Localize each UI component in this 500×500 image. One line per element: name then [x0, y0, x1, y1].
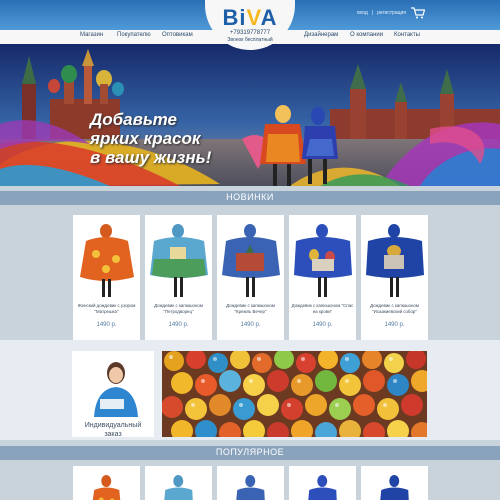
nav-shop[interactable]: Магазин [80, 32, 103, 38]
product-price: 1490 р. [384, 322, 405, 328]
product-card-4[interactable]: Дождевик с капюшоном "Спас на крови" 149… [289, 215, 356, 342]
hero-banner[interactable]: Добавьте ярких красок в вашу жизнь! [0, 44, 500, 186]
popular-products-row [0, 462, 500, 500]
custom-order-label[interactable]: Индивидуальный заказ [72, 421, 154, 439]
beads-promo-image[interactable] [162, 351, 427, 437]
product-name[interactable]: Женский дождевик с узором "Матрешка" [75, 303, 138, 314]
product-image [92, 475, 121, 500]
popular-card-3[interactable] [217, 466, 284, 500]
banner-headline: Добавьте ярких красок в вашу жизнь! [90, 110, 212, 167]
logo[interactable]: BiVA [205, 6, 295, 30]
custom-order-card[interactable]: Индивидуальный заказ [72, 351, 154, 439]
product-image [150, 224, 208, 297]
popular-card-5[interactable] [361, 466, 428, 500]
product-image [380, 475, 409, 500]
product-price: 1490 р. [240, 322, 261, 328]
product-card-2[interactable]: Дождевик с капюшоном "Петродворец" 1490 … [145, 215, 212, 342]
product-image [236, 475, 265, 500]
nav-about[interactable]: О компании [350, 32, 383, 38]
section-new-header: НОВИНКИ [0, 188, 500, 208]
nav-contacts[interactable]: Контакты [394, 32, 420, 38]
promo-band: Индивидуальный заказ [0, 340, 500, 440]
product-card-5[interactable]: Дождевик с капюшоном "Исаакиевский собор… [361, 215, 428, 342]
hero-image [0, 44, 500, 186]
logo-block[interactable]: BiVA +79319778777 Звонок бесплатный [205, 0, 295, 50]
auth-separator: | [371, 10, 374, 16]
product-image [222, 224, 280, 297]
product-name[interactable]: Дождевик с капюшоном "Исаакиевский собор… [363, 303, 426, 314]
product-card-3[interactable]: Дождевик с капюшоном "Кремль Вечер" 1490… [217, 215, 284, 342]
product-card-1[interactable]: Женский дождевик с узором "Матрешка" 149… [73, 215, 140, 342]
product-image [164, 475, 193, 500]
product-image [308, 475, 337, 500]
phone-number: +79319778777 [229, 30, 271, 36]
product-name[interactable]: Дождевик с капюшоном "Петродворец" [147, 303, 210, 314]
register-link[interactable]: регистрация [377, 10, 406, 16]
product-image [366, 224, 424, 297]
product-price: 1490 р. [96, 322, 117, 328]
product-price: 1490 р. [312, 322, 333, 328]
popular-card-1[interactable] [73, 466, 140, 500]
new-products-row: Женский дождевик с узором "Матрешка" 149… [0, 210, 500, 342]
nav-buyers[interactable]: Покупателю [117, 32, 151, 38]
product-price: 1490 р. [168, 322, 189, 328]
product-image [294, 224, 352, 297]
cart-icon[interactable] [411, 7, 425, 19]
nav-wholesale[interactable]: Оптовикам [162, 32, 193, 38]
product-name[interactable]: Дождевик с капюшоном "Спас на крови" [291, 303, 354, 314]
popular-card-4[interactable] [289, 466, 356, 500]
product-image [80, 224, 134, 297]
phone-note: Звонок бесплатный [227, 37, 273, 43]
auth-links: вход | регистрация [355, 10, 408, 16]
nav-designers[interactable]: Дизайнерам [304, 32, 338, 38]
product-name[interactable]: Дождевик с капюшоном "Кремль Вечер" [219, 303, 282, 314]
login-link[interactable]: вход [357, 10, 368, 16]
section-popular-header: ПОПУЛЯРНОЕ [0, 443, 500, 463]
custom-order-image [72, 351, 154, 417]
section-new-title: НОВИНКИ [226, 192, 274, 202]
section-popular-title: ПОПУЛЯРНОЕ [215, 447, 285, 457]
popular-card-2[interactable] [145, 466, 212, 500]
